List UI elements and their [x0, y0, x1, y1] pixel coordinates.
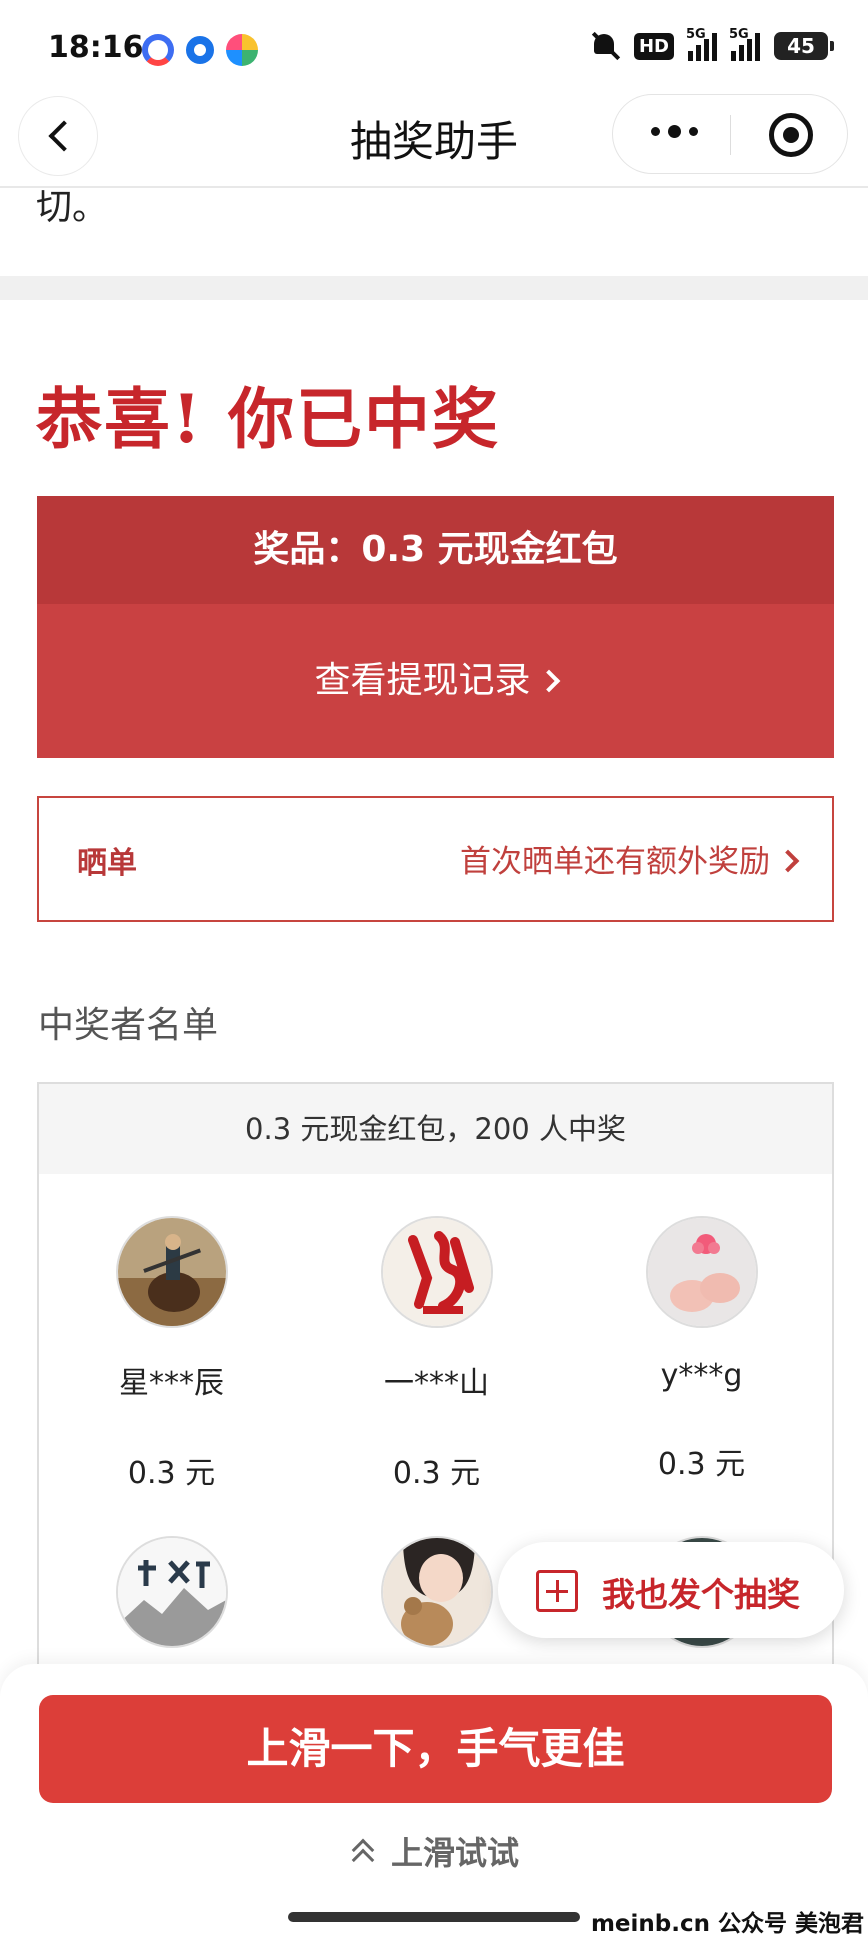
winner-name: 一***山: [384, 1366, 489, 1401]
withdraw-record-label: 查看提现记录: [314, 660, 531, 701]
chevron-right-icon: [537, 669, 560, 693]
chevron-right-icon: [776, 849, 800, 873]
watermark: meinb.cn 公众号 美泡君: [586, 1902, 868, 1940]
bottom-sheet: 上滑一下，手气更佳 上滑试试 meinb.cn 公众号 美泡君: [0, 1664, 868, 1940]
winners-summary: 0.3 元现金红包，200 人中奖: [39, 1084, 832, 1174]
share-order-button[interactable]: 晒单 首次晒单还有额外奖励: [37, 796, 834, 922]
winner-name: y***g: [660, 1358, 743, 1393]
prize-card: 奖品：0.3 元现金红包 查看提现记录: [37, 496, 834, 758]
status-bar: 18:16 HD 5G 5G 45: [0, 0, 868, 90]
app-notification-icon: [142, 34, 174, 66]
calligraphy-avatar: [380, 1216, 493, 1328]
horse-rider-avatar: [115, 1216, 228, 1328]
ink-mountain-avatar: [115, 1536, 228, 1648]
create-lottery-label: 我也发个抽奖: [602, 1575, 800, 1614]
winner-item[interactable]: y***g 0.3 元: [569, 1216, 832, 1483]
more-icon[interactable]: [651, 125, 698, 138]
signal-icon: 5G: [729, 27, 760, 61]
nav-bar: 抽奖助手: [0, 90, 868, 188]
winner-amount: 0.3 元: [127, 1456, 216, 1491]
capsule-divider: [730, 115, 731, 155]
hd-badge: HD: [633, 32, 674, 60]
winner-item[interactable]: [39, 1536, 304, 1648]
app-notification-icon: [186, 36, 214, 64]
winner-item[interactable]: 星***辰 0.3 元: [39, 1216, 304, 1492]
create-lottery-button[interactable]: 我也发个抽奖: [498, 1542, 844, 1638]
baby-feet-avatar: [645, 1216, 758, 1328]
bell-off-icon: [588, 30, 620, 62]
section-divider: [0, 276, 868, 300]
double-chevron-up-icon: [349, 1838, 377, 1872]
notification-icons: [142, 34, 258, 66]
winner-amount: 0.3 元: [657, 1447, 746, 1482]
status-indicators: HD 5G 5G 45: [588, 27, 834, 62]
truncated-text: 切。: [36, 187, 109, 228]
swipe-up-hint[interactable]: 上滑试试: [0, 1828, 868, 1874]
prize-label: 奖品：0.3 元现金红包: [37, 496, 834, 604]
signal-icon: 5G: [686, 27, 717, 61]
winners-section-title: 中奖者名单: [38, 1005, 219, 1046]
winner-name: 星***辰: [119, 1366, 224, 1401]
home-indicator[interactable]: [288, 1912, 580, 1922]
battery-icon: 45: [774, 32, 834, 60]
congrats-heading: 恭喜! 你已中奖: [36, 380, 500, 458]
app-notification-icon: [226, 34, 258, 66]
swipe-luck-button[interactable]: 上滑一下，手气更佳: [39, 1695, 832, 1803]
winner-amount: 0.3 元: [392, 1456, 481, 1491]
close-miniprogram-icon[interactable]: [769, 113, 813, 157]
miniprogram-capsule: [612, 94, 848, 174]
add-icon: [536, 1570, 578, 1612]
girl-teddy-avatar: [380, 1536, 493, 1648]
share-order-label: 晒单: [77, 846, 137, 881]
status-time: 18:16: [48, 30, 144, 65]
winner-item[interactable]: 一***山 0.3 元: [304, 1216, 569, 1492]
share-order-hint: 首次晒单还有额外奖励: [460, 836, 800, 881]
withdraw-record-button[interactable]: 查看提现记录: [37, 604, 834, 758]
